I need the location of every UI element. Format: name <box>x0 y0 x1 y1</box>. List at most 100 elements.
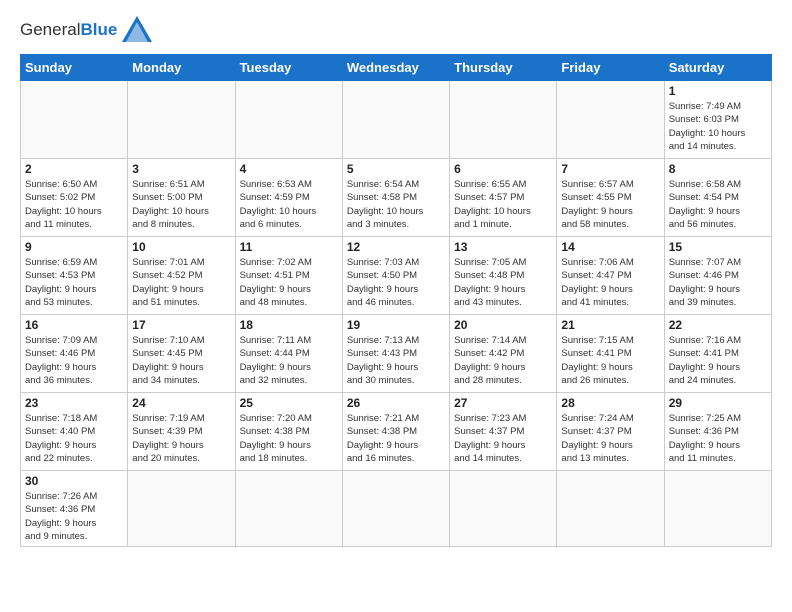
calendar-cell <box>235 471 342 547</box>
day-info: Sunrise: 7:11 AM Sunset: 4:44 PM Dayligh… <box>240 334 338 387</box>
day-number: 7 <box>561 162 659 176</box>
day-info: Sunrise: 7:26 AM Sunset: 4:36 PM Dayligh… <box>25 490 123 543</box>
calendar-table: SundayMondayTuesdayWednesdayThursdayFrid… <box>20 54 772 547</box>
day-info: Sunrise: 7:21 AM Sunset: 4:38 PM Dayligh… <box>347 412 445 465</box>
day-info: Sunrise: 7:13 AM Sunset: 4:43 PM Dayligh… <box>347 334 445 387</box>
calendar-cell: 6 Sunrise: 6:55 AM Sunset: 4:57 PM Daylig… <box>450 159 557 237</box>
calendar-cell: 3 Sunrise: 6:51 AM Sunset: 5:00 PM Daylig… <box>128 159 235 237</box>
day-info: Sunrise: 7:20 AM Sunset: 4:38 PM Dayligh… <box>240 412 338 465</box>
calendar-week-row: 9 Sunrise: 6:59 AM Sunset: 4:53 PM Daylig… <box>21 237 772 315</box>
calendar-cell <box>128 471 235 547</box>
calendar-cell: 17 Sunrise: 7:10 AM Sunset: 4:45 PM Dayli… <box>128 315 235 393</box>
day-info: Sunrise: 6:58 AM Sunset: 4:54 PM Dayligh… <box>669 178 767 231</box>
calendar-cell <box>557 471 664 547</box>
calendar-cell: 26 Sunrise: 7:21 AM Sunset: 4:38 PM Dayli… <box>342 393 449 471</box>
calendar-week-row: 23 Sunrise: 7:18 AM Sunset: 4:40 PM Dayli… <box>21 393 772 471</box>
calendar-cell: 30 Sunrise: 7:26 AM Sunset: 4:36 PM Dayli… <box>21 471 128 547</box>
calendar-cell <box>128 81 235 159</box>
calendar-cell <box>342 81 449 159</box>
day-info: Sunrise: 7:24 AM Sunset: 4:37 PM Dayligh… <box>561 412 659 465</box>
day-info: Sunrise: 7:09 AM Sunset: 4:46 PM Dayligh… <box>25 334 123 387</box>
day-info: Sunrise: 7:05 AM Sunset: 4:48 PM Dayligh… <box>454 256 552 309</box>
day-info: Sunrise: 6:51 AM Sunset: 5:00 PM Dayligh… <box>132 178 230 231</box>
calendar-cell: 13 Sunrise: 7:05 AM Sunset: 4:48 PM Dayli… <box>450 237 557 315</box>
day-number: 15 <box>669 240 767 254</box>
calendar-cell: 20 Sunrise: 7:14 AM Sunset: 4:42 PM Dayli… <box>450 315 557 393</box>
logo-general: General <box>20 20 80 39</box>
page: GeneralBlue SundayMondayTuesdayWednesday… <box>0 0 792 612</box>
calendar-week-row: 30 Sunrise: 7:26 AM Sunset: 4:36 PM Dayli… <box>21 471 772 547</box>
day-info: Sunrise: 6:57 AM Sunset: 4:55 PM Dayligh… <box>561 178 659 231</box>
calendar-cell: 15 Sunrise: 7:07 AM Sunset: 4:46 PM Dayli… <box>664 237 771 315</box>
day-info: Sunrise: 7:23 AM Sunset: 4:37 PM Dayligh… <box>454 412 552 465</box>
day-number: 14 <box>561 240 659 254</box>
day-info: Sunrise: 7:10 AM Sunset: 4:45 PM Dayligh… <box>132 334 230 387</box>
calendar-cell <box>664 471 771 547</box>
day-number: 18 <box>240 318 338 332</box>
day-number: 26 <box>347 396 445 410</box>
day-number: 4 <box>240 162 338 176</box>
day-info: Sunrise: 7:49 AM Sunset: 6:03 PM Dayligh… <box>669 100 767 153</box>
calendar-cell: 22 Sunrise: 7:16 AM Sunset: 4:41 PM Dayli… <box>664 315 771 393</box>
logo: GeneralBlue <box>20 16 154 44</box>
calendar-cell <box>450 81 557 159</box>
day-number: 25 <box>240 396 338 410</box>
weekday-header-saturday: Saturday <box>664 55 771 81</box>
weekday-header-sunday: Sunday <box>21 55 128 81</box>
day-info: Sunrise: 7:02 AM Sunset: 4:51 PM Dayligh… <box>240 256 338 309</box>
day-number: 8 <box>669 162 767 176</box>
day-info: Sunrise: 7:16 AM Sunset: 4:41 PM Dayligh… <box>669 334 767 387</box>
weekday-header-wednesday: Wednesday <box>342 55 449 81</box>
day-number: 20 <box>454 318 552 332</box>
day-number: 17 <box>132 318 230 332</box>
weekday-header-monday: Monday <box>128 55 235 81</box>
day-number: 2 <box>25 162 123 176</box>
calendar-cell: 7 Sunrise: 6:57 AM Sunset: 4:55 PM Daylig… <box>557 159 664 237</box>
day-number: 27 <box>454 396 552 410</box>
calendar-cell: 10Sunrise: 7:01 AM Sunset: 4:52 PM Dayli… <box>128 237 235 315</box>
calendar-cell: 19 Sunrise: 7:13 AM Sunset: 4:43 PM Dayli… <box>342 315 449 393</box>
day-number: 6 <box>454 162 552 176</box>
day-number: 29 <box>669 396 767 410</box>
day-number: 22 <box>669 318 767 332</box>
day-info: Sunrise: 7:06 AM Sunset: 4:47 PM Dayligh… <box>561 256 659 309</box>
calendar-cell: 21Sunrise: 7:15 AM Sunset: 4:41 PM Dayli… <box>557 315 664 393</box>
day-number: 28 <box>561 396 659 410</box>
day-number: 16 <box>25 318 123 332</box>
day-info: Sunrise: 6:50 AM Sunset: 5:02 PM Dayligh… <box>25 178 123 231</box>
day-number: 3 <box>132 162 230 176</box>
calendar-cell: 27 Sunrise: 7:23 AM Sunset: 4:37 PM Dayli… <box>450 393 557 471</box>
day-number: 13 <box>454 240 552 254</box>
calendar-cell <box>342 471 449 547</box>
calendar-cell: 16 Sunrise: 7:09 AM Sunset: 4:46 PM Dayli… <box>21 315 128 393</box>
calendar-cell <box>450 471 557 547</box>
calendar-cell: 2 Sunrise: 6:50 AM Sunset: 5:02 PM Daylig… <box>21 159 128 237</box>
day-info: Sunrise: 7:19 AM Sunset: 4:39 PM Dayligh… <box>132 412 230 465</box>
day-info: Sunrise: 7:18 AM Sunset: 4:40 PM Dayligh… <box>25 412 123 465</box>
calendar-cell: 18 Sunrise: 7:11 AM Sunset: 4:44 PM Dayli… <box>235 315 342 393</box>
calendar-cell: 4Sunrise: 6:53 AM Sunset: 4:59 PM Daylig… <box>235 159 342 237</box>
day-number: 23 <box>25 396 123 410</box>
day-info: Sunrise: 7:07 AM Sunset: 4:46 PM Dayligh… <box>669 256 767 309</box>
day-number: 5 <box>347 162 445 176</box>
calendar-cell: 9 Sunrise: 6:59 AM Sunset: 4:53 PM Daylig… <box>21 237 128 315</box>
calendar-cell <box>235 81 342 159</box>
weekday-header-thursday: Thursday <box>450 55 557 81</box>
calendar-cell: 12Sunrise: 7:03 AM Sunset: 4:50 PM Dayli… <box>342 237 449 315</box>
calendar-cell: 14 Sunrise: 7:06 AM Sunset: 4:47 PM Dayli… <box>557 237 664 315</box>
day-info: Sunrise: 6:59 AM Sunset: 4:53 PM Dayligh… <box>25 256 123 309</box>
weekday-header-row: SundayMondayTuesdayWednesdayThursdayFrid… <box>21 55 772 81</box>
day-info: Sunrise: 7:01 AM Sunset: 4:52 PM Dayligh… <box>132 256 230 309</box>
calendar-cell: 1 Sunrise: 7:49 AM Sunset: 6:03 PM Daylig… <box>664 81 771 159</box>
day-number: 24 <box>132 396 230 410</box>
day-info: Sunrise: 7:14 AM Sunset: 4:42 PM Dayligh… <box>454 334 552 387</box>
day-number: 9 <box>25 240 123 254</box>
day-number: 1 <box>669 84 767 98</box>
calendar-cell: 5Sunrise: 6:54 AM Sunset: 4:58 PM Daylig… <box>342 159 449 237</box>
weekday-header-tuesday: Tuesday <box>235 55 342 81</box>
day-number: 11 <box>240 240 338 254</box>
day-number: 19 <box>347 318 445 332</box>
calendar-cell <box>21 81 128 159</box>
day-info: Sunrise: 6:55 AM Sunset: 4:57 PM Dayligh… <box>454 178 552 231</box>
day-number: 30 <box>25 474 123 488</box>
